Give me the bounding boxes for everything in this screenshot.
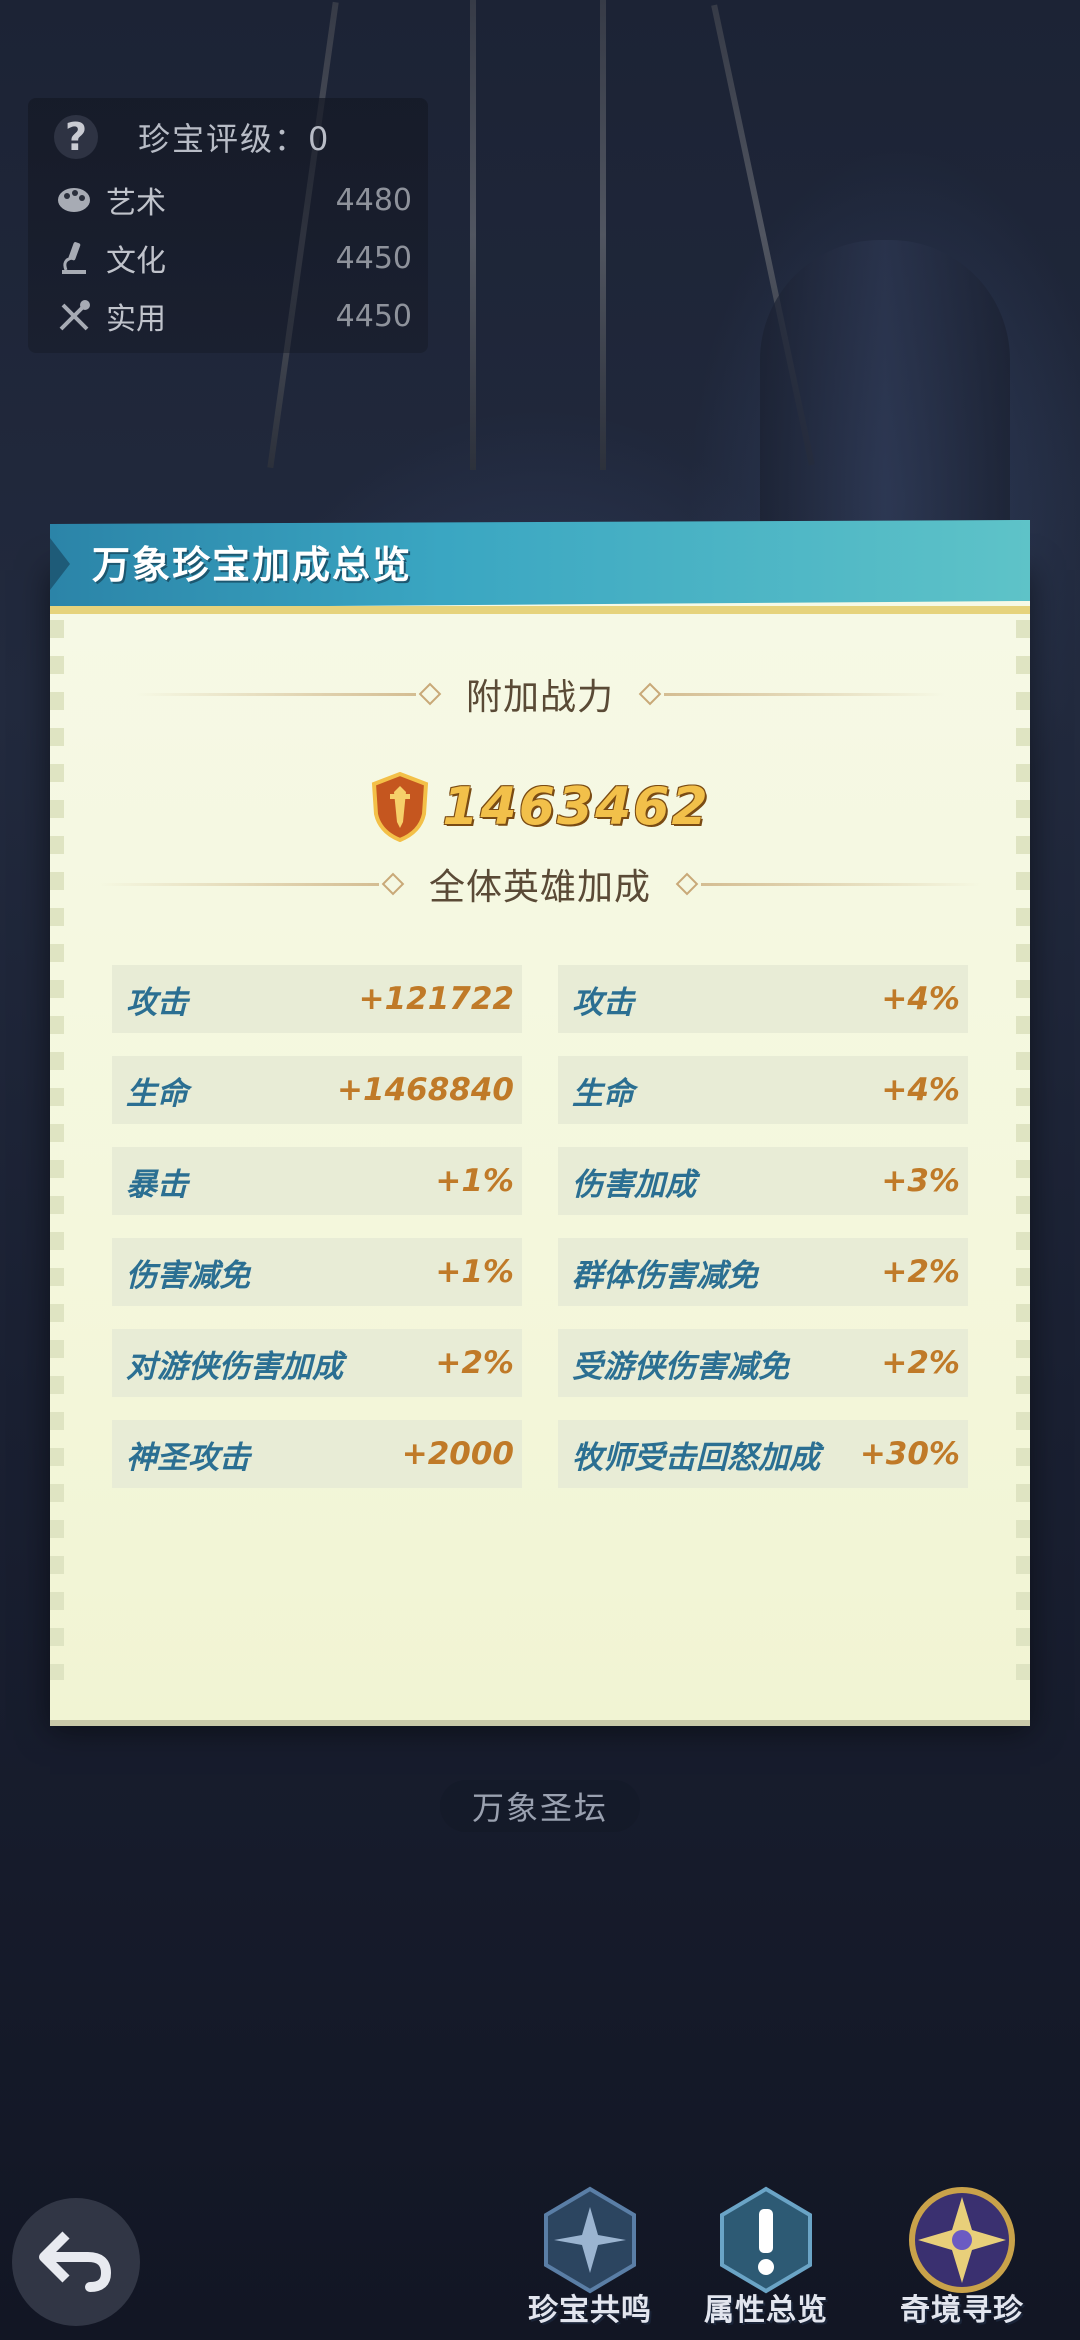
info-row-label: 艺术 (106, 186, 166, 221)
chevron-right-icon (50, 538, 70, 590)
power-section-header: 附加战力 (50, 668, 1030, 720)
back-arrow-icon (36, 2225, 116, 2299)
divider (98, 882, 379, 886)
nav-label: 珍宝共鸣 (528, 2293, 652, 2328)
stat-value: +1468840 (337, 1072, 514, 1108)
power-shield-icon (370, 771, 430, 843)
exclamation-icon (716, 2185, 816, 2295)
info-row-art: 艺术 4480 (52, 174, 412, 226)
stat-name: 生命 (572, 1075, 634, 1112)
power-section-title: 附加战力 (465, 677, 614, 718)
stat-value: +2000 (401, 1436, 514, 1472)
stat-cell: 对游侠伤害加成 +2% (112, 1329, 522, 1397)
star-emblem-icon (540, 2185, 640, 2295)
nav-label: 属性总览 (704, 2293, 828, 2328)
diamond-ornament-icon (418, 682, 442, 706)
treasure-rating-panel: ? 珍宝评级：0 艺术 4480 文化 4450 实用 4450 (28, 98, 428, 353)
stat-name: 对游侠伤害加成 (126, 1348, 343, 1385)
stat-cell: 牧师受击回怒加成 +30% (558, 1420, 968, 1488)
nav-label: 奇境寻珍 (900, 2293, 1024, 2328)
stat-value: +3% (881, 1163, 960, 1199)
treasure-rating-label: 珍宝评级：0 (138, 120, 331, 158)
banner-gold-edge (50, 606, 1030, 614)
stat-cell: 受游侠伤害减免 +2% (558, 1329, 968, 1397)
bonus-section-title: 全体英雄加成 (428, 867, 651, 908)
stat-name: 暴击 (126, 1166, 188, 1203)
info-row-culture: 文化 4450 (52, 232, 412, 284)
info-row-label: 文化 (106, 244, 166, 279)
info-row-utility: 实用 4450 (52, 290, 412, 342)
stat-cell: 生命 +1468840 (112, 1056, 522, 1124)
tools-icon (52, 294, 96, 338)
stat-value: +1% (435, 1254, 514, 1290)
stat-cell: 伤害加成 +3% (558, 1147, 968, 1215)
divider (701, 882, 981, 886)
microscope-icon (52, 236, 96, 280)
diamond-ornament-icon (675, 872, 699, 896)
info-row-value: 4480 (335, 182, 412, 218)
bonus-section-header: 全体英雄加成 (50, 858, 1030, 910)
help-icon[interactable]: ? (54, 115, 98, 159)
nav-attribute-overview-button[interactable]: 属性总览 (676, 2185, 856, 2335)
diamond-ornament-icon (638, 682, 662, 706)
palette-icon (52, 178, 96, 222)
nav-wonderland-treasure-button[interactable]: 奇境寻珍 (872, 2185, 1052, 2335)
chain-decoration (600, 0, 606, 470)
stat-value: +4% (881, 981, 960, 1017)
info-row-label: 实用 (106, 302, 166, 337)
stat-name: 攻击 (572, 984, 634, 1021)
modal-title: 万象珍宝加成总览 (92, 543, 413, 587)
stat-name: 神圣攻击 (126, 1439, 250, 1476)
diamond-ornament-icon (381, 872, 405, 896)
altar-label[interactable]: 万象圣坛 (440, 1780, 640, 1832)
stat-cell: 攻击 +121722 (112, 965, 522, 1033)
stat-value: +30% (859, 1436, 960, 1472)
stat-name: 受游侠伤害减免 (572, 1348, 789, 1385)
stat-name: 牧师受击回怒加成 (572, 1439, 820, 1476)
stat-name: 伤害减免 (126, 1257, 250, 1294)
stat-name: 群体伤害减免 (572, 1257, 758, 1294)
nav-treasure-resonance-button[interactable]: 珍宝共鸣 (500, 2185, 680, 2335)
bonus-overview-modal: 附加战力 1463462 全体英雄加成 攻击 +121722 攻击 +4% 生命… (50, 520, 1030, 1725)
stat-cell: 神圣攻击 +2000 (112, 1420, 522, 1488)
divider (664, 692, 944, 696)
divider (135, 692, 416, 696)
stat-cell: 暴击 +1% (112, 1147, 522, 1215)
modal-title-banner: 万象珍宝加成总览 (50, 520, 1030, 608)
stat-value: +121722 (358, 981, 514, 1017)
compass-star-icon (902, 2185, 1022, 2295)
power-value: 1463462 (442, 777, 710, 837)
info-row-value: 4450 (335, 298, 412, 334)
modal-paper: 附加战力 1463462 全体英雄加成 攻击 +121722 攻击 +4% 生命… (50, 560, 1030, 1720)
chain-decoration (470, 0, 476, 470)
stat-value: +2% (881, 1254, 960, 1290)
stat-value: +2% (435, 1345, 514, 1381)
stat-value: +4% (881, 1072, 960, 1108)
power-display: 1463462 (50, 771, 1030, 843)
stat-cell: 生命 +4% (558, 1056, 968, 1124)
stat-cell: 群体伤害减免 +2% (558, 1238, 968, 1306)
stat-name: 伤害加成 (572, 1166, 696, 1203)
stat-value: +2% (881, 1345, 960, 1381)
tower-decoration (760, 240, 1010, 540)
back-button[interactable] (12, 2198, 140, 2326)
stat-name: 生命 (126, 1075, 188, 1112)
stat-value: +1% (435, 1163, 514, 1199)
stat-name: 攻击 (126, 984, 188, 1021)
info-row-value: 4450 (335, 240, 412, 276)
stat-cell: 伤害减免 +1% (112, 1238, 522, 1306)
stat-cell: 攻击 +4% (558, 965, 968, 1033)
